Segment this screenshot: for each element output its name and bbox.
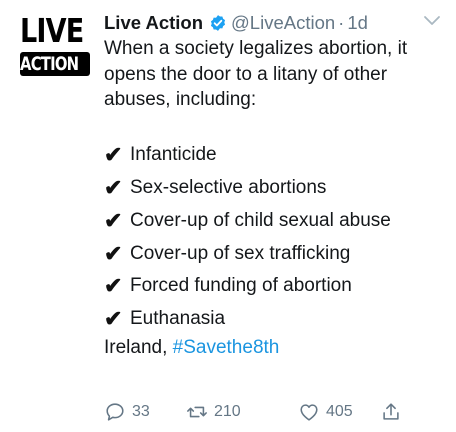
share-button[interactable] — [380, 401, 402, 423]
like-button[interactable]: 405 — [298, 401, 380, 423]
chevron-down-icon[interactable] — [422, 14, 442, 28]
account-name[interactable]: Live Action — [104, 12, 203, 34]
list-item-label: Sex-selective abortions — [130, 176, 327, 198]
closing-text: Ireland, — [104, 337, 173, 359]
account-handle[interactable]: @LiveAction — [231, 12, 335, 34]
like-count: 405 — [326, 403, 353, 420]
checkmark-icon: ✔ — [104, 207, 123, 233]
reply-button[interactable]: 33 — [104, 401, 180, 423]
tweet-header: Live Action @LiveAction · 1d — [104, 10, 442, 36]
tweet-text: When a society legalizes abortion, it op… — [104, 36, 446, 361]
avatar-logo-bottom: ACTION — [20, 53, 79, 75]
list-item: ✔ Cover-up of child sexual abuse — [104, 204, 446, 237]
list-item: ✔ Euthanasia — [104, 302, 446, 335]
retweet-button[interactable]: 210 — [186, 401, 298, 423]
separator-dot: · — [338, 12, 345, 33]
hashtag-link[interactable]: #Savethe8th — [173, 337, 280, 358]
reply-count: 33 — [132, 403, 150, 420]
tweet-closing: Ireland, #Savethe8th — [104, 335, 446, 361]
heart-icon — [300, 404, 318, 421]
list-item-label: Cover-up of sex trafficking — [130, 242, 351, 264]
avatar[interactable]: LIVE ACTION — [20, 14, 90, 78]
tweet-intro: When a society legalizes abortion, it op… — [104, 38, 408, 110]
tweet-actions: 33 210 405 — [104, 398, 424, 426]
list-item: ✔ Sex-selective abortions — [104, 171, 446, 204]
checkmark-icon: ✔ — [104, 273, 123, 299]
checkmark-icon: ✔ — [104, 142, 123, 168]
list-item: ✔ Cover-up of sex trafficking — [104, 237, 446, 270]
retweet-icon — [187, 406, 207, 418]
checkmark-icon: ✔ — [104, 174, 123, 200]
avatar-logo-top: LIVE — [20, 11, 84, 50]
list-item: ✔ Infanticide — [104, 139, 446, 172]
tweet-timestamp[interactable]: 1d — [347, 12, 368, 34]
checkmark-icon: ✔ — [104, 306, 123, 332]
share-icon — [383, 403, 399, 420]
list-item-label: Forced funding of abortion — [130, 275, 352, 297]
list-item-label: Euthanasia — [130, 308, 226, 330]
abuse-list: ✔ Infanticide ✔ Sex-selective abortions ✔ C… — [104, 139, 446, 336]
list-item-label: Infanticide — [130, 144, 217, 166]
retweet-count: 210 — [214, 403, 241, 420]
checkmark-icon: ✔ — [104, 240, 123, 266]
reply-icon — [106, 403, 124, 421]
list-item: ✔ Forced funding of abortion — [104, 270, 446, 303]
verified-badge-icon — [210, 15, 226, 31]
list-item-label: Cover-up of child sexual abuse — [130, 209, 391, 231]
